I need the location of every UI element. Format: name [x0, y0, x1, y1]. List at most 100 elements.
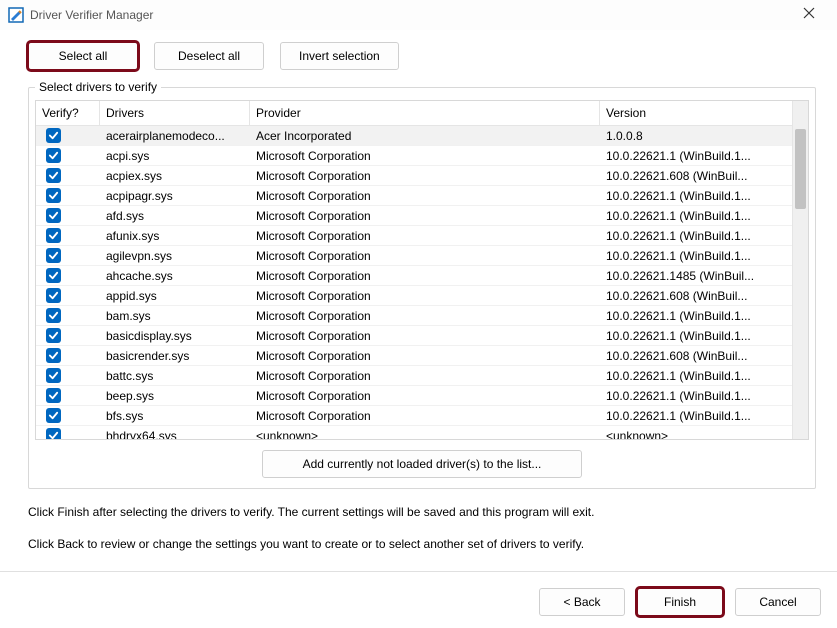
table-row[interactable]: acerairplanemodeco...Acer Incorporated1.…: [36, 126, 792, 146]
version-cell: 10.0.22621.1 (WinBuild.1...: [600, 229, 792, 243]
version-cell: 10.0.22621.1 (WinBuild.1...: [600, 389, 792, 403]
verify-checkbox[interactable]: [46, 148, 61, 163]
version-cell: 10.0.22621.1 (WinBuild.1...: [600, 189, 792, 203]
verify-checkbox[interactable]: [46, 368, 61, 383]
cancel-button[interactable]: Cancel: [735, 588, 821, 616]
table-row[interactable]: ahcache.sysMicrosoft Corporation10.0.226…: [36, 266, 792, 286]
version-cell: 10.0.22621.1 (WinBuild.1...: [600, 409, 792, 423]
version-cell: 10.0.22621.608 (WinBuil...: [600, 349, 792, 363]
provider-cell: Microsoft Corporation: [250, 349, 600, 363]
col-verify[interactable]: Verify?: [36, 101, 100, 125]
table-row[interactable]: basicdisplay.sysMicrosoft Corporation10.…: [36, 326, 792, 346]
table-row[interactable]: afunix.sysMicrosoft Corporation10.0.2262…: [36, 226, 792, 246]
table-row[interactable]: basicrender.sysMicrosoft Corporation10.0…: [36, 346, 792, 366]
scrollbar-thumb[interactable]: [795, 129, 806, 209]
driver-cell: acpi.sys: [100, 149, 250, 163]
invert-selection-button[interactable]: Invert selection: [280, 42, 399, 70]
version-cell: 10.0.22621.1485 (WinBuil...: [600, 269, 792, 283]
driver-cell: basicdisplay.sys: [100, 329, 250, 343]
driver-cell: battc.sys: [100, 369, 250, 383]
verify-checkbox[interactable]: [46, 188, 61, 203]
check-icon: [48, 390, 59, 401]
version-cell: 10.0.22621.1 (WinBuild.1...: [600, 149, 792, 163]
provider-cell: Microsoft Corporation: [250, 309, 600, 323]
verify-cell: [36, 208, 100, 223]
verify-cell: [36, 148, 100, 163]
check-icon: [48, 430, 59, 439]
close-button[interactable]: [789, 6, 829, 24]
check-icon: [48, 270, 59, 281]
finish-button[interactable]: Finish: [637, 588, 723, 616]
verify-cell: [36, 428, 100, 439]
verify-cell: [36, 348, 100, 363]
driver-cell: acpiex.sys: [100, 169, 250, 183]
driver-cell: afd.sys: [100, 209, 250, 223]
verify-checkbox[interactable]: [46, 428, 61, 439]
table-row[interactable]: acpipagr.sysMicrosoft Corporation10.0.22…: [36, 186, 792, 206]
provider-cell: Microsoft Corporation: [250, 389, 600, 403]
verify-checkbox[interactable]: [46, 268, 61, 283]
table-row[interactable]: beep.sysMicrosoft Corporation10.0.22621.…: [36, 386, 792, 406]
driver-cell: appid.sys: [100, 289, 250, 303]
table-row[interactable]: acpi.sysMicrosoft Corporation10.0.22621.…: [36, 146, 792, 166]
table-row[interactable]: appid.sysMicrosoft Corporation10.0.22621…: [36, 286, 792, 306]
table-row[interactable]: bfs.sysMicrosoft Corporation10.0.22621.1…: [36, 406, 792, 426]
col-drivers[interactable]: Drivers: [100, 101, 250, 125]
verify-checkbox[interactable]: [46, 248, 61, 263]
col-provider[interactable]: Provider: [250, 101, 600, 125]
check-icon: [48, 210, 59, 221]
verify-checkbox[interactable]: [46, 128, 61, 143]
verify-checkbox[interactable]: [46, 408, 61, 423]
verify-checkbox[interactable]: [46, 348, 61, 363]
verify-cell: [36, 308, 100, 323]
provider-cell: Acer Incorporated: [250, 129, 600, 143]
close-icon: [803, 7, 815, 19]
provider-cell: Microsoft Corporation: [250, 169, 600, 183]
verify-checkbox[interactable]: [46, 288, 61, 303]
table-row[interactable]: battc.sysMicrosoft Corporation10.0.22621…: [36, 366, 792, 386]
check-icon: [48, 130, 59, 141]
provider-cell: Microsoft Corporation: [250, 369, 600, 383]
window-title: Driver Verifier Manager: [30, 8, 789, 22]
version-cell: 10.0.22621.1 (WinBuild.1...: [600, 309, 792, 323]
verify-checkbox[interactable]: [46, 328, 61, 343]
table-row[interactable]: bhdrvx64.sys<unknown><unknown>: [36, 426, 792, 439]
provider-cell: Microsoft Corporation: [250, 269, 600, 283]
verify-checkbox[interactable]: [46, 308, 61, 323]
verify-cell: [36, 408, 100, 423]
provider-cell: Microsoft Corporation: [250, 209, 600, 223]
provider-cell: Microsoft Corporation: [250, 189, 600, 203]
add-unloaded-drivers-button[interactable]: Add currently not loaded driver(s) to th…: [262, 450, 582, 478]
driver-cell: bfs.sys: [100, 409, 250, 423]
instruction-line-2: Click Back to review or change the setti…: [28, 535, 809, 553]
drivers-table: Verify? Drivers Provider Version acerair…: [35, 100, 809, 440]
table-row[interactable]: acpiex.sysMicrosoft Corporation10.0.2262…: [36, 166, 792, 186]
table-row[interactable]: bam.sysMicrosoft Corporation10.0.22621.1…: [36, 306, 792, 326]
top-button-row: Select all Deselect all Invert selection: [28, 42, 809, 70]
provider-cell: <unknown>: [250, 429, 600, 440]
check-icon: [48, 190, 59, 201]
verify-cell: [36, 328, 100, 343]
verify-checkbox[interactable]: [46, 168, 61, 183]
verify-checkbox[interactable]: [46, 388, 61, 403]
driver-cell: acerairplanemodeco...: [100, 129, 250, 143]
titlebar: Driver Verifier Manager: [0, 0, 837, 30]
driver-cell: basicrender.sys: [100, 349, 250, 363]
driver-cell: agilevpn.sys: [100, 249, 250, 263]
verify-cell: [36, 268, 100, 283]
version-cell: 1.0.0.8: [600, 129, 792, 143]
version-cell: 10.0.22621.608 (WinBuil...: [600, 289, 792, 303]
table-row[interactable]: agilevpn.sysMicrosoft Corporation10.0.22…: [36, 246, 792, 266]
back-button[interactable]: < Back: [539, 588, 625, 616]
drivers-fieldset: Select drivers to verify Verify? Drivers…: [28, 80, 816, 489]
select-all-button[interactable]: Select all: [28, 42, 138, 70]
verify-checkbox[interactable]: [46, 208, 61, 223]
table-row[interactable]: afd.sysMicrosoft Corporation10.0.22621.1…: [36, 206, 792, 226]
vertical-scrollbar[interactable]: [792, 101, 808, 439]
footer-separator: [0, 571, 837, 572]
provider-cell: Microsoft Corporation: [250, 249, 600, 263]
deselect-all-button[interactable]: Deselect all: [154, 42, 264, 70]
col-version[interactable]: Version: [600, 101, 792, 125]
check-icon: [48, 330, 59, 341]
verify-checkbox[interactable]: [46, 228, 61, 243]
